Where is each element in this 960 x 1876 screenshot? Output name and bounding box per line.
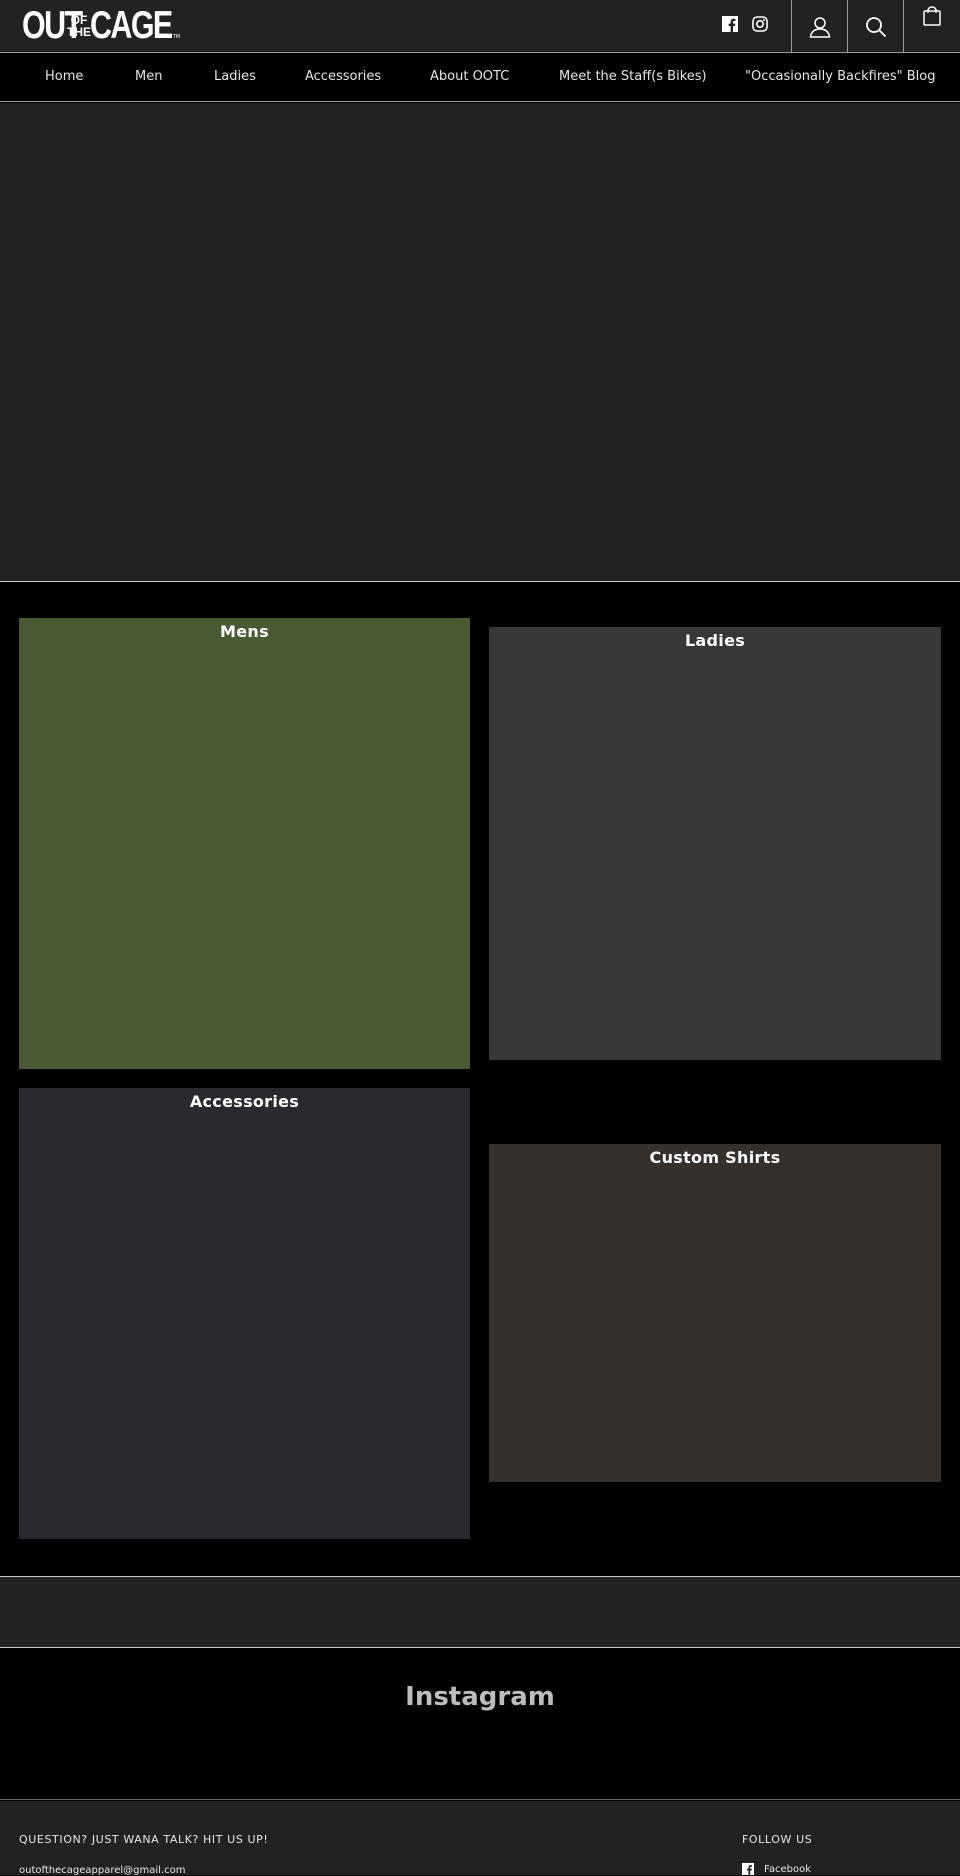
facebook-icon[interactable] xyxy=(722,16,740,34)
facebook-icon xyxy=(742,1863,754,1875)
hero-banner xyxy=(0,103,960,582)
footer-facebook-label: Facebook xyxy=(764,1863,811,1875)
instagram-icon[interactable] xyxy=(752,16,770,34)
collection-tile-mens[interactable]: Mens xyxy=(19,618,470,1069)
collection-tile-custom-shirts[interactable]: Custom Shirts xyxy=(489,1144,941,1482)
logo-out-text: OUT xyxy=(22,4,83,47)
nav-item-staff-bikes[interactable]: Meet the Staff(s Bikes) xyxy=(559,69,707,84)
collection-title: Custom Shirts xyxy=(649,1148,781,1167)
footer-follow-heading: FOLLOW US xyxy=(742,1833,813,1846)
nav-item-about[interactable]: About OOTC xyxy=(430,69,509,84)
footer-facebook-link[interactable]: Facebook xyxy=(742,1863,811,1875)
instagram-section: Instagram xyxy=(0,1648,960,1800)
footer: QUESTION? JUST WANA TALK? HIT US UP! out… xyxy=(0,1801,960,1876)
nav-item-accessories[interactable]: Accessories xyxy=(305,69,381,84)
collection-title: Accessories xyxy=(189,1092,300,1111)
nav-item-men[interactable]: Men xyxy=(135,69,162,84)
site-logo[interactable]: OUT OF THE CAGE TM xyxy=(22,6,180,46)
header-bar: OUT OF THE CAGE TM xyxy=(0,0,960,53)
footer-contact-email[interactable]: outofthecageapparel@gmail.com xyxy=(19,1865,185,1876)
collection-tile-ladies[interactable]: Ladies xyxy=(489,627,941,1060)
collection-tile-accessories[interactable]: Accessories xyxy=(19,1088,470,1539)
nav-item-ladies[interactable]: Ladies xyxy=(214,69,256,84)
nav-item-blog[interactable]: "Occasionally Backfires" Blog xyxy=(745,69,936,84)
footer-contact-heading: QUESTION? JUST WANA TALK? HIT US UP! xyxy=(19,1833,269,1846)
cart-button[interactable] xyxy=(903,0,960,53)
cart-icon xyxy=(923,5,941,26)
divider-band xyxy=(0,1576,960,1648)
search-icon xyxy=(865,16,886,37)
logo-cage-text: CAGE xyxy=(90,4,173,47)
collection-title: Mens xyxy=(220,622,269,641)
account-button[interactable] xyxy=(791,0,847,53)
search-button[interactable] xyxy=(847,0,903,53)
main-nav: Home Men Ladies Accessories About OOTC M… xyxy=(0,54,960,102)
logo-tm-text: TM xyxy=(172,34,181,40)
instagram-title: Instagram xyxy=(405,1682,555,1712)
nav-item-home[interactable]: Home xyxy=(45,69,83,84)
collection-title: Ladies xyxy=(684,631,746,650)
account-icon xyxy=(809,16,830,38)
